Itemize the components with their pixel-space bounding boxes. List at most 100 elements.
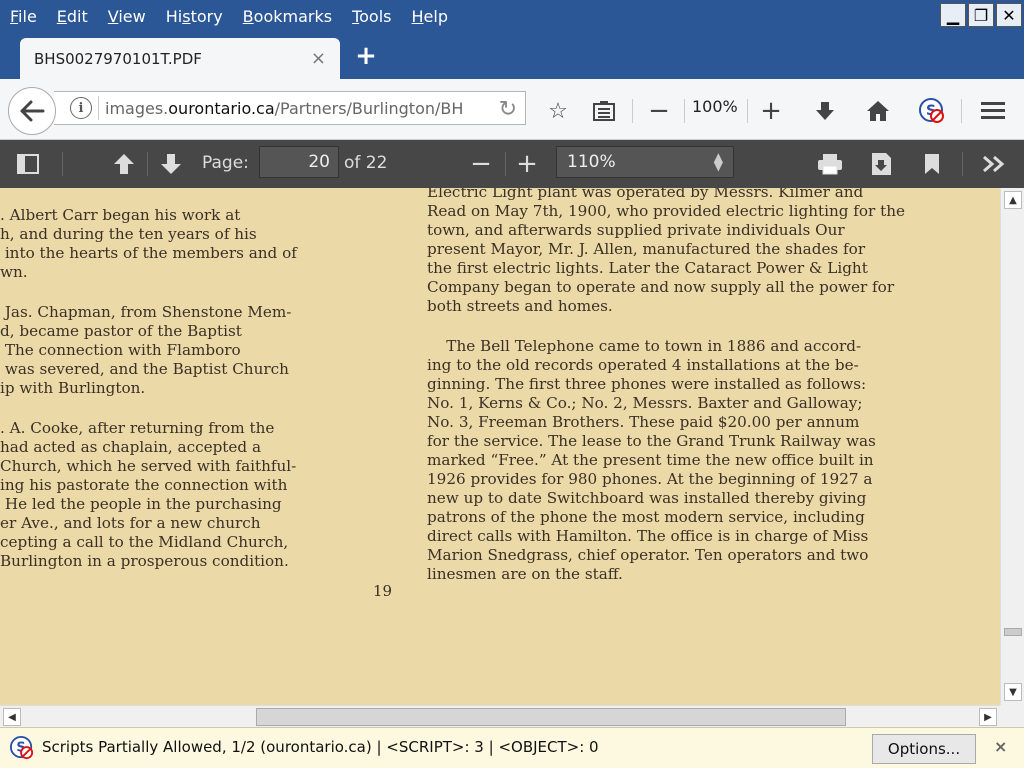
toolbar-divider bbox=[147, 152, 148, 176]
menu-tools[interactable]: Tools bbox=[342, 7, 401, 26]
left-paragraph: . A. Cooke, after returning from the had … bbox=[0, 419, 348, 571]
noscript-notification-bar: S Scripts Partially Allowed, 1/2 (ouront… bbox=[0, 727, 1024, 768]
notification-close-icon[interactable]: × bbox=[994, 737, 1007, 756]
page-number-input[interactable] bbox=[259, 146, 339, 178]
text-line: ip with Burlington. bbox=[0, 379, 146, 397]
tools-chevron-icon[interactable] bbox=[980, 151, 1008, 177]
text-line: the first electric lights. Later the Cat… bbox=[427, 259, 868, 277]
window-controls: ▁ ❐ ✕ bbox=[940, 3, 1022, 27]
new-tab-button[interactable]: + bbox=[352, 41, 380, 71]
menu-file[interactable]: File bbox=[0, 7, 47, 26]
nav-divider bbox=[747, 99, 748, 123]
tab-close-icon[interactable]: × bbox=[311, 48, 326, 69]
minimize-button[interactable]: ▁ bbox=[940, 3, 966, 27]
text-line: into the hearts of the members and of bbox=[0, 244, 297, 262]
menu-edit[interactable]: Edit bbox=[47, 7, 98, 26]
restore-button[interactable]: ❐ bbox=[968, 3, 994, 27]
text-line: No. 3, Freeman Brothers. These paid $20.… bbox=[427, 413, 860, 431]
url-prefix: images. bbox=[105, 98, 169, 118]
text-line: d, became pastor of the Baptist bbox=[0, 322, 242, 340]
vertical-scroll-thumb[interactable] bbox=[1004, 628, 1022, 636]
text-line: Church, which he served with faithful- bbox=[0, 457, 297, 475]
menu-bar: File Edit View History Bookmarks Tools Help ▁ … bbox=[0, 0, 1024, 32]
reading-list-icon[interactable] bbox=[590, 97, 618, 125]
text-line: was severed, and the Baptist Church bbox=[0, 360, 289, 378]
horizontal-scroll-thumb[interactable] bbox=[256, 708, 846, 726]
select-caret-icon: ▲ ▼ bbox=[713, 150, 723, 173]
previous-page-icon[interactable] bbox=[110, 151, 138, 177]
text-line: patrons of the phone the most modern ser… bbox=[427, 508, 865, 526]
text-line: He led the people in the purchasing bbox=[0, 495, 282, 513]
tab-title: BHS0027970101T.PDF bbox=[34, 49, 202, 68]
download-icon[interactable] bbox=[811, 97, 839, 125]
back-button[interactable] bbox=[8, 87, 56, 135]
zoom-in-button[interactable]: + bbox=[757, 96, 785, 126]
text-line: h, and during the ten years of his bbox=[0, 225, 257, 243]
menu-history[interactable]: History bbox=[156, 7, 233, 26]
zoom-out-button[interactable]: − bbox=[645, 96, 673, 126]
url-domain: ourontario.ca bbox=[168, 98, 275, 118]
text-line: for the service. The lease to the Grand … bbox=[427, 432, 876, 450]
pdf-zoom-in-button[interactable]: + bbox=[513, 149, 541, 179]
options-button[interactable]: Options... bbox=[872, 734, 976, 764]
pdf-viewer[interactable]: . Albert Carr began his work at h, and du… bbox=[0, 188, 1000, 705]
tab-strip: BHS0027970101T.PDF × + bbox=[0, 32, 1024, 79]
page-number: 19 bbox=[373, 582, 393, 600]
pdf-zoom-out-button[interactable]: − bbox=[467, 149, 495, 179]
text-line: wn. bbox=[0, 263, 28, 281]
text-line: 1926 provides for 980 phones. At the beg… bbox=[427, 470, 873, 488]
noscript-icon[interactable]: S bbox=[918, 97, 946, 125]
url-path: /Partners/Burlington/BH bbox=[274, 98, 464, 118]
text-line: No. 1, Kerns & Co.; No. 2, Messrs. Baxte… bbox=[427, 394, 863, 412]
text-line: Jas. Chapman, from Shenstone Mem- bbox=[0, 303, 292, 321]
horizontal-scrollbar[interactable]: ◀ ▶ bbox=[0, 705, 1000, 727]
url-divider bbox=[98, 96, 99, 120]
text-line: Marion Snedgrass, chief operator. Ten op… bbox=[427, 546, 869, 564]
menu-help[interactable]: Help bbox=[402, 7, 458, 26]
vertical-scrollbar[interactable]: ▲ ▼ bbox=[1000, 188, 1024, 705]
url-bar[interactable]: i images.ourontario.ca/Partners/Burlingt… bbox=[54, 91, 526, 125]
text-line: . A. Cooke, after returning from the bbox=[0, 419, 275, 437]
zoom-select[interactable]: 110% ▲ ▼ bbox=[556, 146, 734, 178]
text-line: had acted as chaplain, accepted a bbox=[0, 438, 262, 456]
text-line: ing his pastorate the connection with bbox=[0, 476, 288, 494]
next-page-icon[interactable] bbox=[157, 151, 185, 177]
scroll-down-icon[interactable]: ▼ bbox=[1004, 683, 1022, 701]
noscript-notification-icon: S bbox=[10, 736, 34, 760]
bookmark-star-icon[interactable]: ☆ bbox=[544, 97, 572, 125]
scrollbar-corner bbox=[1000, 705, 1024, 727]
page-count: of 22 bbox=[344, 153, 388, 173]
text-line: direct calls with Hamilton. The office i… bbox=[427, 527, 869, 545]
text-line: The Bell Telephone came to town in 1886 … bbox=[427, 337, 862, 355]
text-line: Electric Light plant was operated by Mes… bbox=[427, 188, 864, 201]
bookmark-icon[interactable] bbox=[918, 151, 946, 177]
right-paragraph: Electric Light plant was operated by Mes… bbox=[427, 188, 983, 316]
toolbar-divider bbox=[62, 152, 63, 176]
scroll-up-icon[interactable]: ▲ bbox=[1004, 191, 1022, 209]
home-icon[interactable] bbox=[864, 97, 892, 125]
right-column: Electric Light plant was operated by Mes… bbox=[427, 188, 983, 584]
menu-view[interactable]: View bbox=[98, 7, 156, 26]
hamburger-menu-icon[interactable] bbox=[979, 97, 1007, 125]
sidebar-toggle-icon[interactable] bbox=[14, 151, 42, 177]
reload-icon[interactable]: ↻ bbox=[499, 97, 517, 122]
save-download-icon[interactable] bbox=[867, 151, 895, 177]
print-icon[interactable] bbox=[816, 151, 844, 177]
toolbar-divider bbox=[505, 152, 506, 176]
pdf-toolbar: Page: of 22 − + 110% ▲▼ bbox=[0, 140, 1024, 188]
scroll-left-icon[interactable]: ◀ bbox=[3, 708, 21, 726]
site-info-icon[interactable]: i bbox=[70, 97, 92, 119]
text-line: . Albert Carr began his work at bbox=[0, 206, 241, 224]
text-line: marked “Free.” At the present time the n… bbox=[427, 451, 874, 469]
url-text[interactable]: images.ourontario.ca/Partners/Burlington… bbox=[105, 99, 475, 118]
text-line: both streets and homes. bbox=[427, 297, 613, 315]
text-line: cepting a call to the Midland Church, bbox=[0, 533, 289, 551]
tab-pdf[interactable]: BHS0027970101T.PDF × bbox=[20, 38, 340, 79]
scroll-right-icon[interactable]: ▶ bbox=[979, 708, 997, 726]
menu-bookmarks[interactable]: Bookmarks bbox=[233, 7, 342, 26]
page-label: Page: bbox=[202, 153, 249, 173]
nav-divider bbox=[961, 99, 962, 123]
close-window-button[interactable]: ✕ bbox=[996, 3, 1022, 27]
zoom-level[interactable]: 100% bbox=[692, 97, 738, 116]
text-line: Company began to operate and now supply … bbox=[427, 278, 895, 296]
